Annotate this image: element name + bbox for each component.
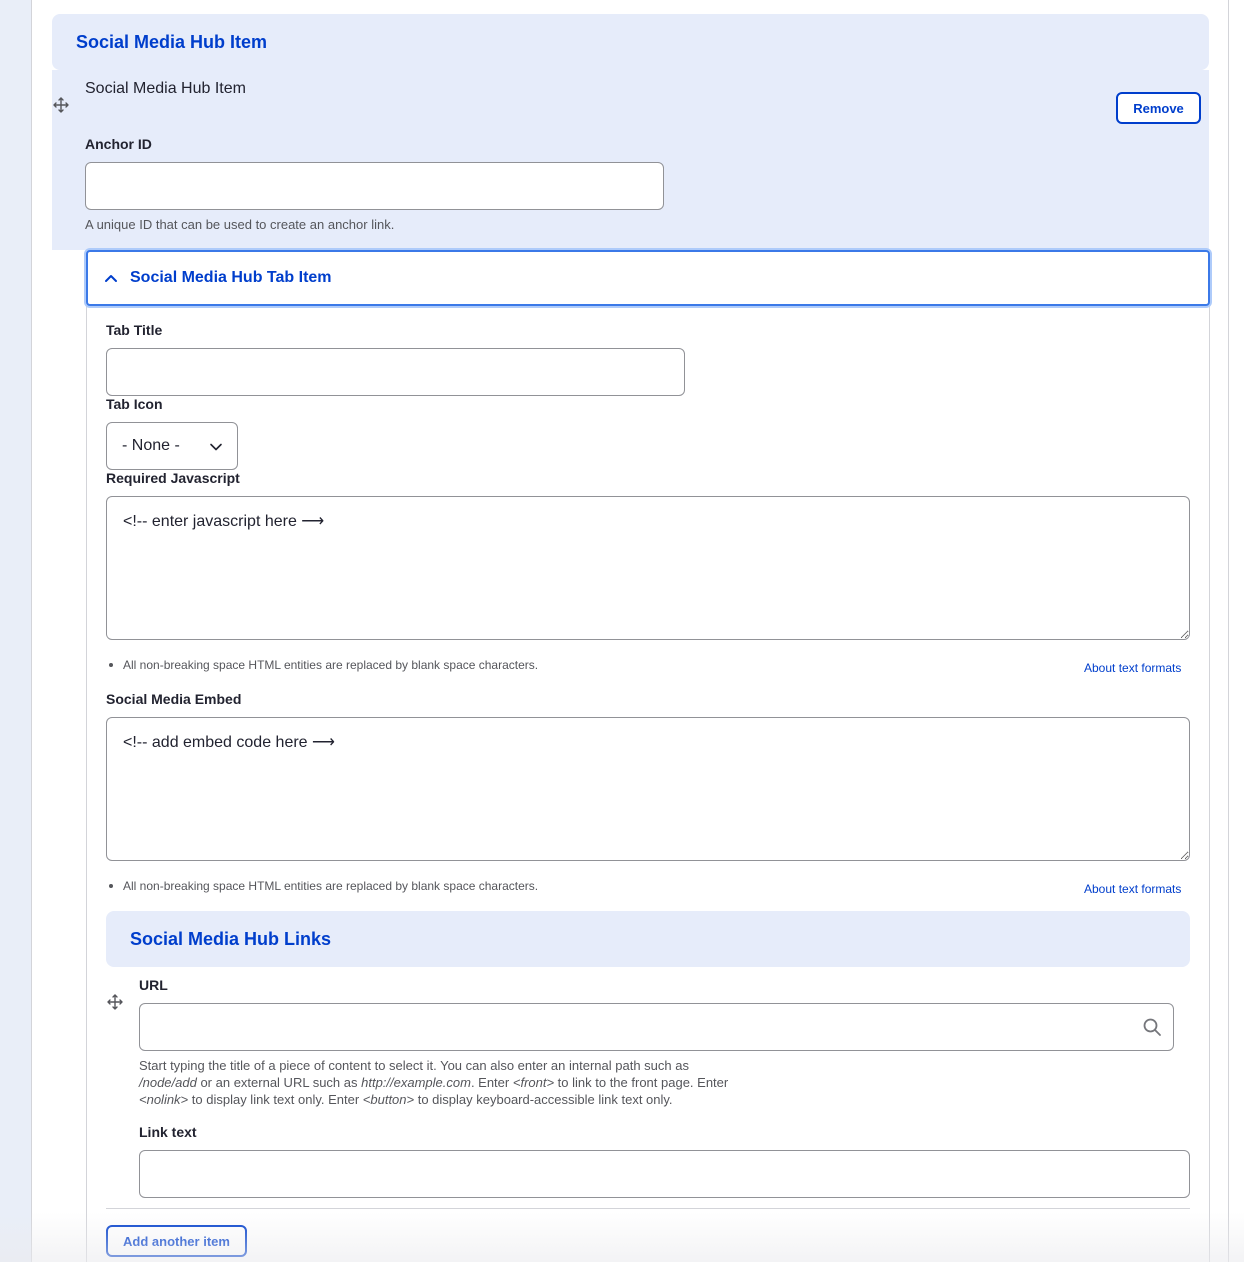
url-label: URL — [139, 977, 168, 993]
url-help-part: to display keyboard-accessible link text… — [414, 1092, 673, 1107]
link-text-label: Link text — [139, 1124, 197, 1140]
left-gutter — [0, 0, 32, 1262]
move-icon[interactable] — [53, 97, 69, 113]
url-help-part: to display link text only. Enter — [188, 1092, 363, 1107]
url-help-nolink: <nolink> — [139, 1092, 189, 1107]
url-help-front: <front> — [512, 1075, 555, 1090]
link-text-input[interactable] — [139, 1150, 1190, 1198]
url-help-button: <button> — [362, 1092, 415, 1107]
links-section-title: Social Media Hub Links — [130, 928, 332, 949]
chevron-up-icon — [105, 275, 117, 282]
tab-item-title: Social Media Hub Tab Item — [130, 269, 332, 286]
embed-note: All non-breaking space HTML entities are… — [109, 879, 538, 893]
hub-section-title: Social Media Hub Item — [76, 31, 268, 52]
tab-icon-select[interactable]: - None - — [106, 422, 238, 470]
right-gutter — [1228, 0, 1244, 1262]
embed-textarea[interactable]: <!-- add embed code here ⟶ — [106, 717, 1190, 861]
tab-item-toggle[interactable]: Social Media Hub Tab Item — [86, 250, 1210, 306]
about-text-formats-link[interactable]: About text formats — [1084, 661, 1181, 675]
url-help-text: Start typing the title of a piece of con… — [139, 1057, 779, 1108]
url-help-example: http://example.com — [361, 1075, 471, 1090]
about-text-formats-link[interactable]: About text formats — [1084, 882, 1181, 896]
remove-button[interactable]: Remove — [1116, 92, 1201, 124]
divider — [106, 1208, 1190, 1209]
anchor-id-description: A unique ID that can be used to create a… — [85, 217, 395, 232]
move-icon[interactable] — [107, 994, 123, 1010]
url-help-path: /node/add — [139, 1075, 197, 1090]
anchor-id-label: Anchor ID — [85, 136, 152, 152]
add-another-item-button[interactable]: Add another item — [106, 1225, 247, 1257]
search-icon — [1142, 1017, 1162, 1037]
url-help-part: to link to the front page. Enter — [554, 1075, 729, 1090]
embed-label: Social Media Embed — [106, 691, 242, 707]
hub-item-title: Social Media Hub Item — [85, 80, 246, 97]
url-help-part: Start typing the title of a piece of con… — [139, 1058, 689, 1073]
chevron-down-icon — [210, 443, 222, 451]
tab-title-input[interactable] — [106, 348, 685, 396]
required-js-note-text: All non-breaking space HTML entities are… — [123, 658, 539, 672]
tab-title-label: Tab Title — [106, 322, 163, 338]
links-section-header: Social Media Hub Links — [106, 911, 1190, 967]
hub-section-header: Social Media Hub Item — [52, 14, 1209, 70]
required-js-note: All non-breaking space HTML entities are… — [109, 658, 538, 672]
embed-note-text: All non-breaking space HTML entities are… — [123, 879, 539, 893]
anchor-id-input[interactable] — [85, 162, 664, 210]
bullet-icon — [109, 884, 113, 888]
url-input[interactable] — [139, 1003, 1174, 1051]
required-js-textarea[interactable]: <!-- enter javascript here ⟶ — [106, 496, 1190, 640]
tab-icon-selected: - None - — [122, 437, 180, 454]
url-help-part: . Enter — [470, 1075, 513, 1090]
tab-icon-label: Tab Icon — [106, 396, 163, 412]
bullet-icon — [109, 663, 113, 667]
required-js-label: Required Javascript — [106, 470, 240, 486]
url-help-part: or an external URL such as — [196, 1075, 362, 1090]
